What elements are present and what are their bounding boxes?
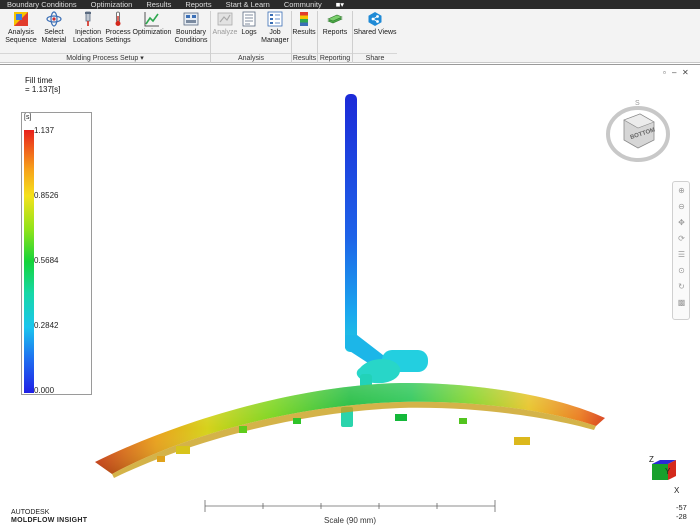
reports-label: Reports [322,29,348,36]
axis-triad: Z Y X [649,455,680,495]
viewcube[interactable]: BOTTOM S [604,94,672,170]
boundary-conditions-icon [183,12,199,26]
injection-locations-label: Injection Locations [73,29,103,44]
process-settings-button[interactable]: Process Settings [104,11,132,53]
group-analysis: Analysis [211,53,291,63]
boundary-conditions-label: Boundary Conditions [174,29,208,44]
orbit-icon[interactable]: ⟳ [676,234,687,244]
shared-views-icon [368,12,382,26]
shared-views-label: Shared Views [353,29,397,36]
zoom-out-icon[interactable]: ⊖ [676,202,687,212]
menu-start-learn[interactable]: Start & Learn [219,0,277,9]
select-material-button[interactable]: Select Material [40,11,68,53]
rotate-icon[interactable]: ↻ [676,282,687,292]
coordinate-line-2: -28 [676,512,687,521]
analyze-button[interactable]: Analyze [212,11,238,53]
part-clip [293,418,301,424]
logs-icon [242,11,256,27]
analysis-sequence-icon [14,12,28,26]
part-clip [514,437,530,445]
group-molding-process-setup[interactable]: Molding Process Setup ▾ [0,53,210,63]
optimization-button[interactable]: Optimization [132,11,172,53]
part-clip [176,446,190,454]
injection-needle-icon [85,11,91,26]
camera-icon[interactable]: ■▾ [329,0,351,9]
optimization-label: Optimization [132,29,172,36]
analysis-sequence-button[interactable]: Analysis Sequence [4,11,38,53]
reports-button[interactable]: Reports [319,11,351,53]
molded-part-shading [95,382,605,474]
menu-optimization[interactable]: Optimization [84,0,140,9]
menu-boundary-conditions[interactable]: Boundary Conditions [0,0,84,9]
job-manager-icon [267,11,283,27]
group-share: Share [353,53,397,63]
logs-label: Logs [241,29,257,36]
axis-y-label: Y [665,467,671,476]
viewcube-compass-label: S [635,100,640,107]
analysis-sequence-label: Analysis Sequence [5,29,37,44]
coordinate-readout: -57 -28 [676,503,687,521]
axis-z-label: Z [649,455,654,464]
menu-results[interactable]: Results [139,0,178,9]
boundary-conditions-button[interactable]: Boundary Conditions [174,11,208,53]
select-material-label: Select Material [41,29,67,44]
look-at-icon[interactable]: ⊙ [676,266,687,276]
thermometer-icon [115,11,121,26]
fill-time-model[interactable] [0,64,700,525]
group-results: Results [292,53,317,62]
shared-views-button[interactable]: Shared Views [353,11,397,53]
reports-icon [327,14,343,24]
zoom-in-icon[interactable]: ⊕ [676,186,687,196]
analyze-label: Analyze [212,29,238,36]
coordinate-line-1: -57 [676,503,687,512]
results-button[interactable]: Results [292,11,316,53]
menubar: Boundary Conditions Optimization Results… [0,0,700,9]
navigation-bar: ⊕ ⊖ ✥ ⟳ ☰ ⊙ ↻ ▩ [672,181,690,320]
pan-icon[interactable]: ✥ [676,218,687,228]
group-label: Molding Process Setup [66,55,139,62]
results-icon [300,12,308,26]
menu-community[interactable]: Community [277,0,329,9]
injection-locations-button[interactable]: Injection Locations [72,11,104,53]
job-manager-button[interactable]: Job Manager [260,11,290,53]
ribbon: Analysis Sequence Select Material Inject… [0,9,700,63]
part-clip [395,414,407,421]
part-clip [239,426,247,433]
sprue [345,94,357,352]
chevron-down-icon: ▾ [140,55,144,62]
logs-button[interactable]: Logs [238,11,260,53]
camera-view-icon[interactable]: ▩ [676,298,687,308]
process-settings-label: Process Settings [105,29,131,44]
job-manager-label: Job Manager [261,29,289,44]
group-reporting: Reporting [318,53,352,62]
menu-reports[interactable]: Reports [178,0,218,9]
results-label: Results [292,29,316,36]
material-atom-icon [46,11,62,27]
analyze-icon [217,12,233,26]
fit-view-icon[interactable]: ☰ [676,250,687,260]
part-clip [157,456,165,462]
part-clip [459,418,467,424]
scale-label: Scale (90 mm) [323,516,376,525]
optimization-chart-icon [144,12,159,27]
axis-x-label: X [674,486,680,495]
